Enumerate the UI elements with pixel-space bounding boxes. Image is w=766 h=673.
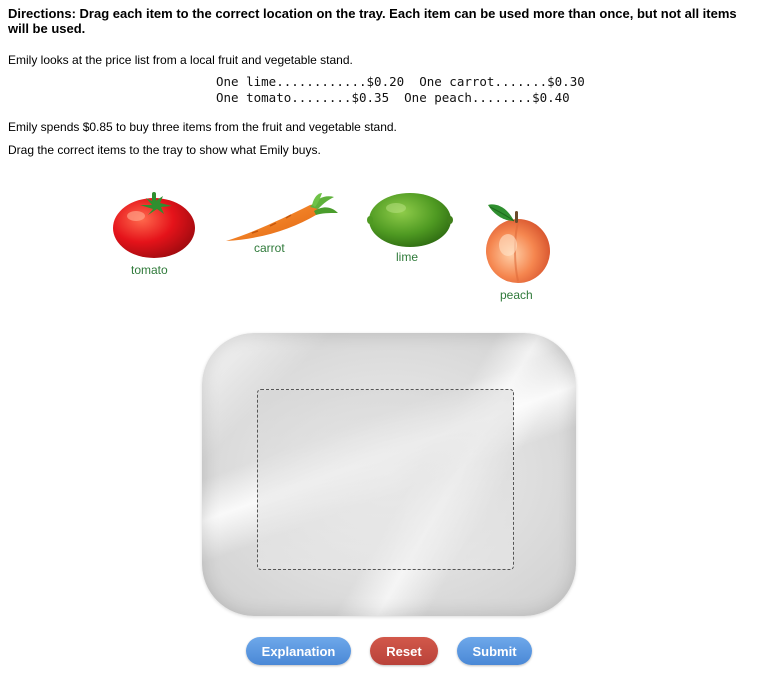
explanation-button[interactable]: Explanation <box>246 637 351 665</box>
directions-text: Directions: Drag each item to the correc… <box>8 6 737 36</box>
item-label-lime: lime <box>396 250 419 264</box>
price-row-1: One lime............$0.20 One carrot....… <box>216 74 585 89</box>
intro-text: Emily looks at the price list from a loc… <box>8 53 353 67</box>
item-label-carrot: carrot <box>254 241 285 255</box>
lime-icon <box>367 193 453 247</box>
item-label-peach: peach <box>500 288 533 302</box>
draggable-item-lime[interactable] <box>366 190 454 250</box>
price-row-2: One tomato........$0.35 One peach.......… <box>216 90 570 105</box>
draggable-item-carrot[interactable] <box>222 193 340 245</box>
item-label-tomato: tomato <box>131 263 168 277</box>
draggable-item-tomato[interactable] <box>112 188 198 260</box>
question-text: Emily spends $0.85 to buy three items fr… <box>8 120 397 134</box>
carrot-icon <box>226 193 338 241</box>
draggable-item-peach[interactable] <box>484 197 552 285</box>
submit-button[interactable]: Submit <box>457 637 532 665</box>
tomato-icon <box>113 192 195 258</box>
tray-drop-zone[interactable] <box>257 389 514 570</box>
reset-button[interactable]: Reset <box>370 637 438 665</box>
peach-icon <box>486 204 550 283</box>
instruction-text: Drag the correct items to the tray to sh… <box>8 143 321 157</box>
